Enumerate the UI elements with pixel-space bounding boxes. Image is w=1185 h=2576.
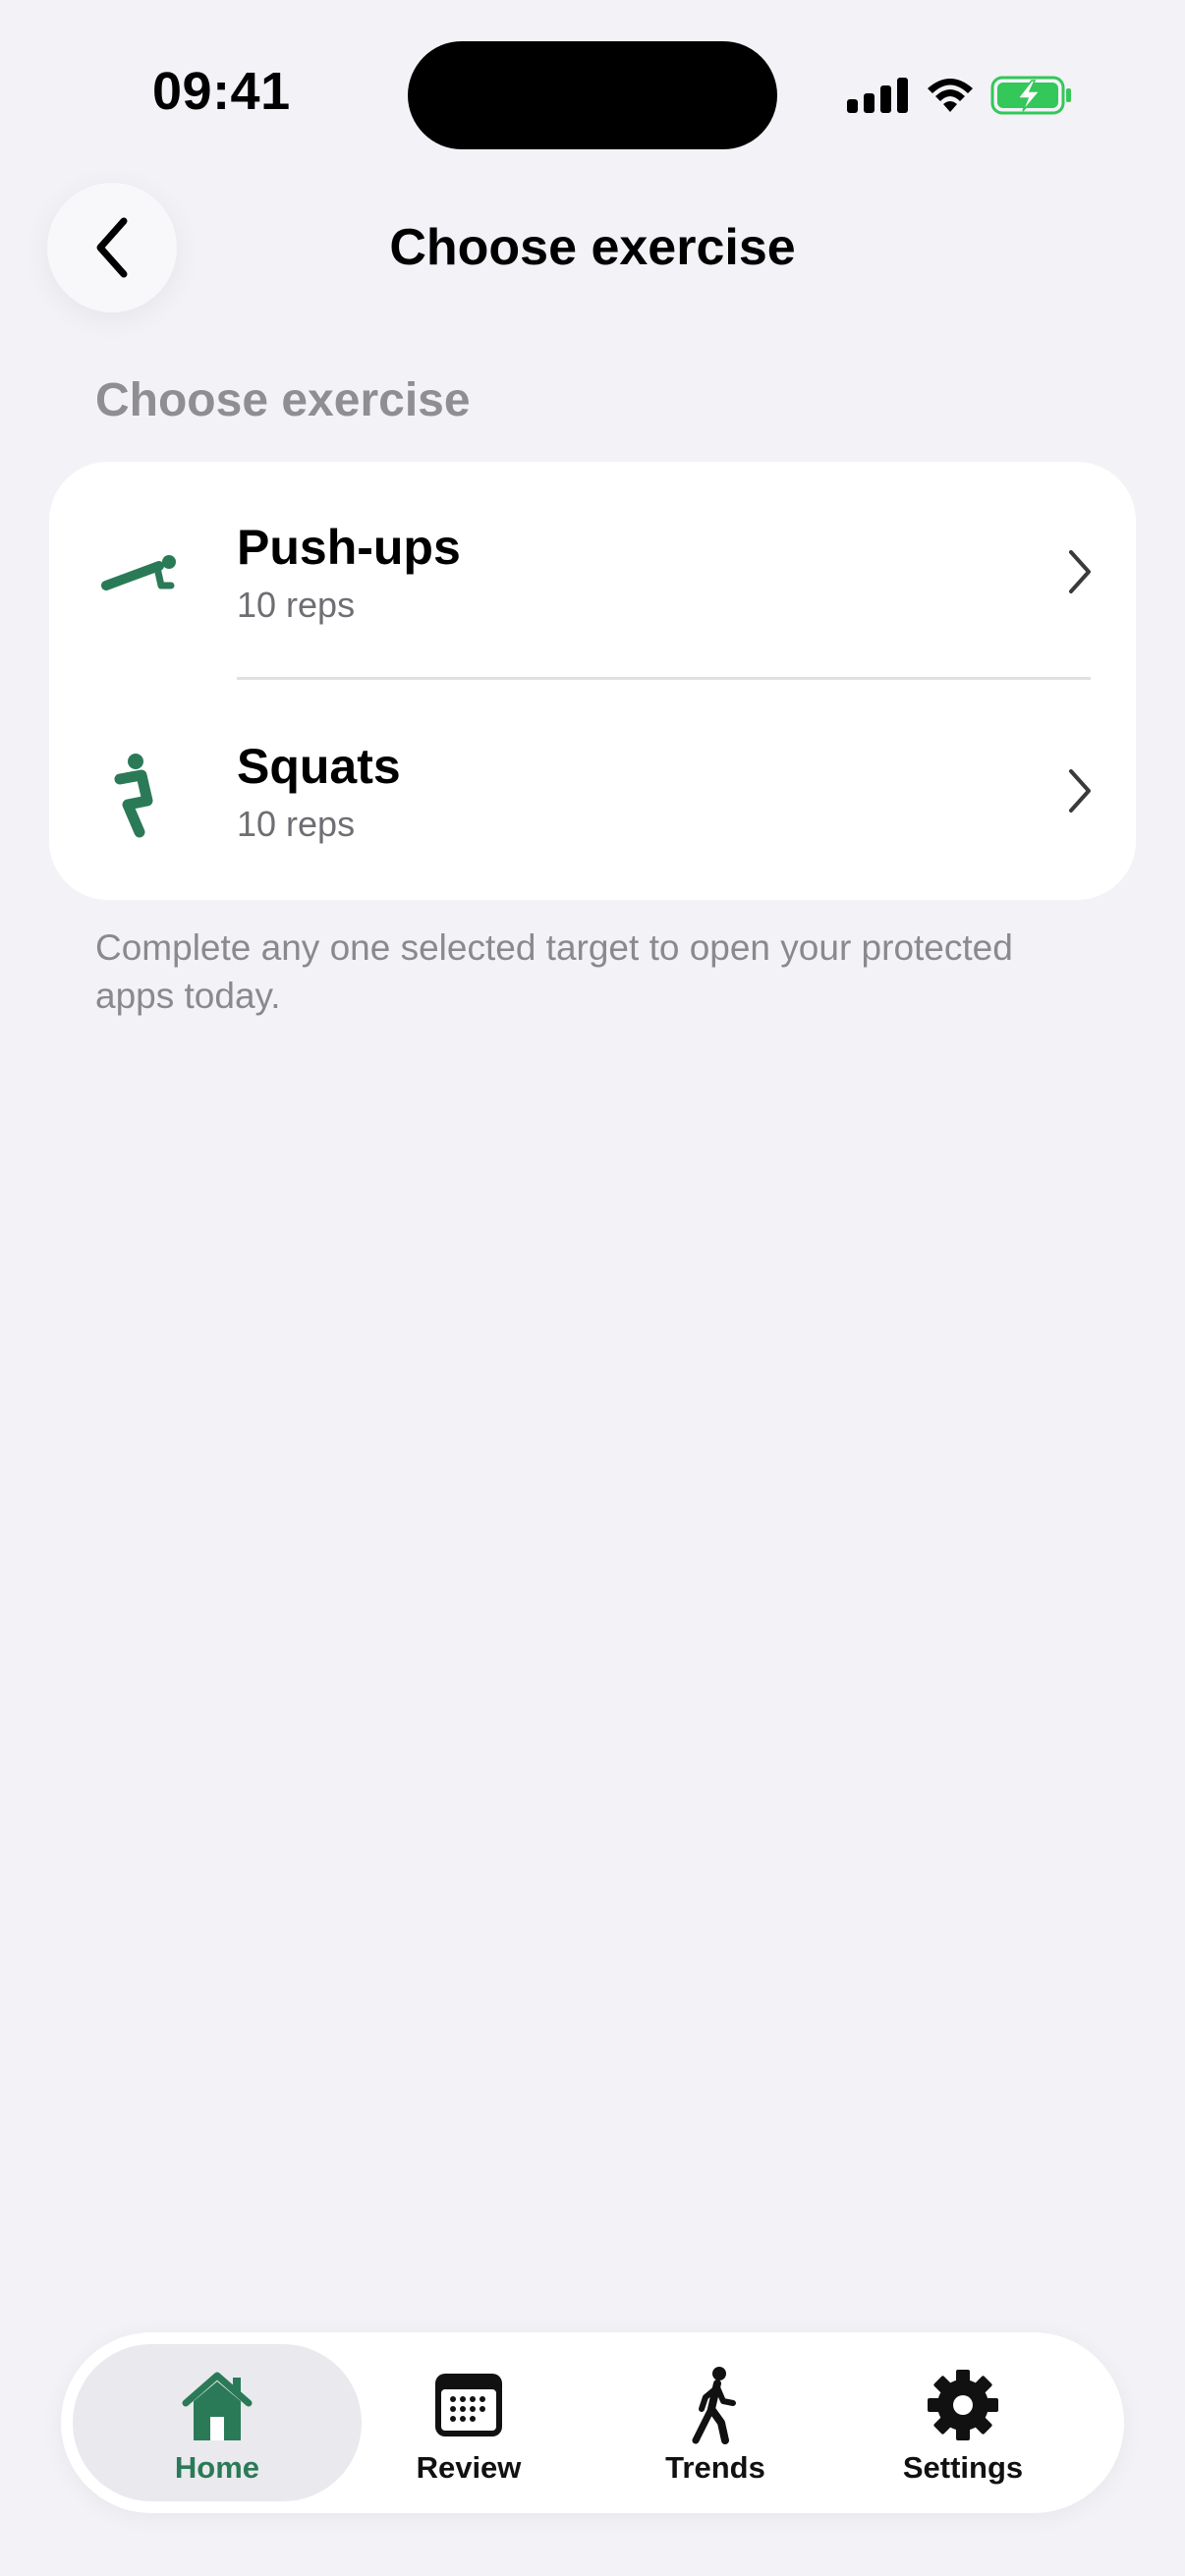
footnote: Complete any one selected target to open… (95, 927, 1013, 1016)
tab-label: Trends (665, 2450, 765, 2485)
row-divider (237, 677, 1091, 680)
screen: 09:41 Choose exercise Choose exercise Pu… (0, 0, 1185, 2576)
exercise-target: 10 reps (237, 804, 356, 844)
exercise-list-card: Push-ups 10 reps Squats 10 reps (49, 462, 1136, 900)
walking-figure-icon (692, 2367, 736, 2444)
tab-trends[interactable]: Trends (592, 2344, 838, 2501)
exercise-name: Squats (237, 739, 401, 794)
tab-bar: Home Review Trends Settings (61, 2332, 1124, 2513)
tab-label: Home (174, 2450, 260, 2485)
wifi-icon (928, 79, 973, 112)
status-icons (847, 71, 1073, 120)
exercise-row-squats[interactable]: Squats 10 reps (49, 681, 1136, 900)
calendar-icon (435, 2374, 502, 2436)
tab-home[interactable]: Home (73, 2344, 362, 2501)
cellular-signal-icon (847, 78, 908, 113)
squat-icon (114, 754, 153, 838)
chevron-right-icon (1069, 550, 1091, 593)
dynamic-island (408, 41, 777, 149)
page-title: Choose exercise (389, 219, 796, 276)
gear-icon (928, 2370, 998, 2440)
tab-label: Settings (902, 2450, 1024, 2485)
tab-settings[interactable]: Settings (840, 2344, 1086, 2501)
house-icon (182, 2372, 253, 2440)
battery-charging-icon (990, 76, 1071, 115)
status-time: 09:41 (152, 62, 291, 121)
chevron-right-icon (1069, 769, 1091, 812)
tab-review[interactable]: Review (346, 2344, 592, 2501)
exercise-row-pushups[interactable]: Push-ups 10 reps (49, 462, 1136, 681)
tab-label: Review (416, 2450, 522, 2485)
exercise-target: 10 reps (237, 585, 356, 625)
exercise-name: Push-ups (237, 520, 461, 575)
pushup-icon (101, 555, 176, 590)
section-header: Choose exercise (95, 374, 471, 426)
